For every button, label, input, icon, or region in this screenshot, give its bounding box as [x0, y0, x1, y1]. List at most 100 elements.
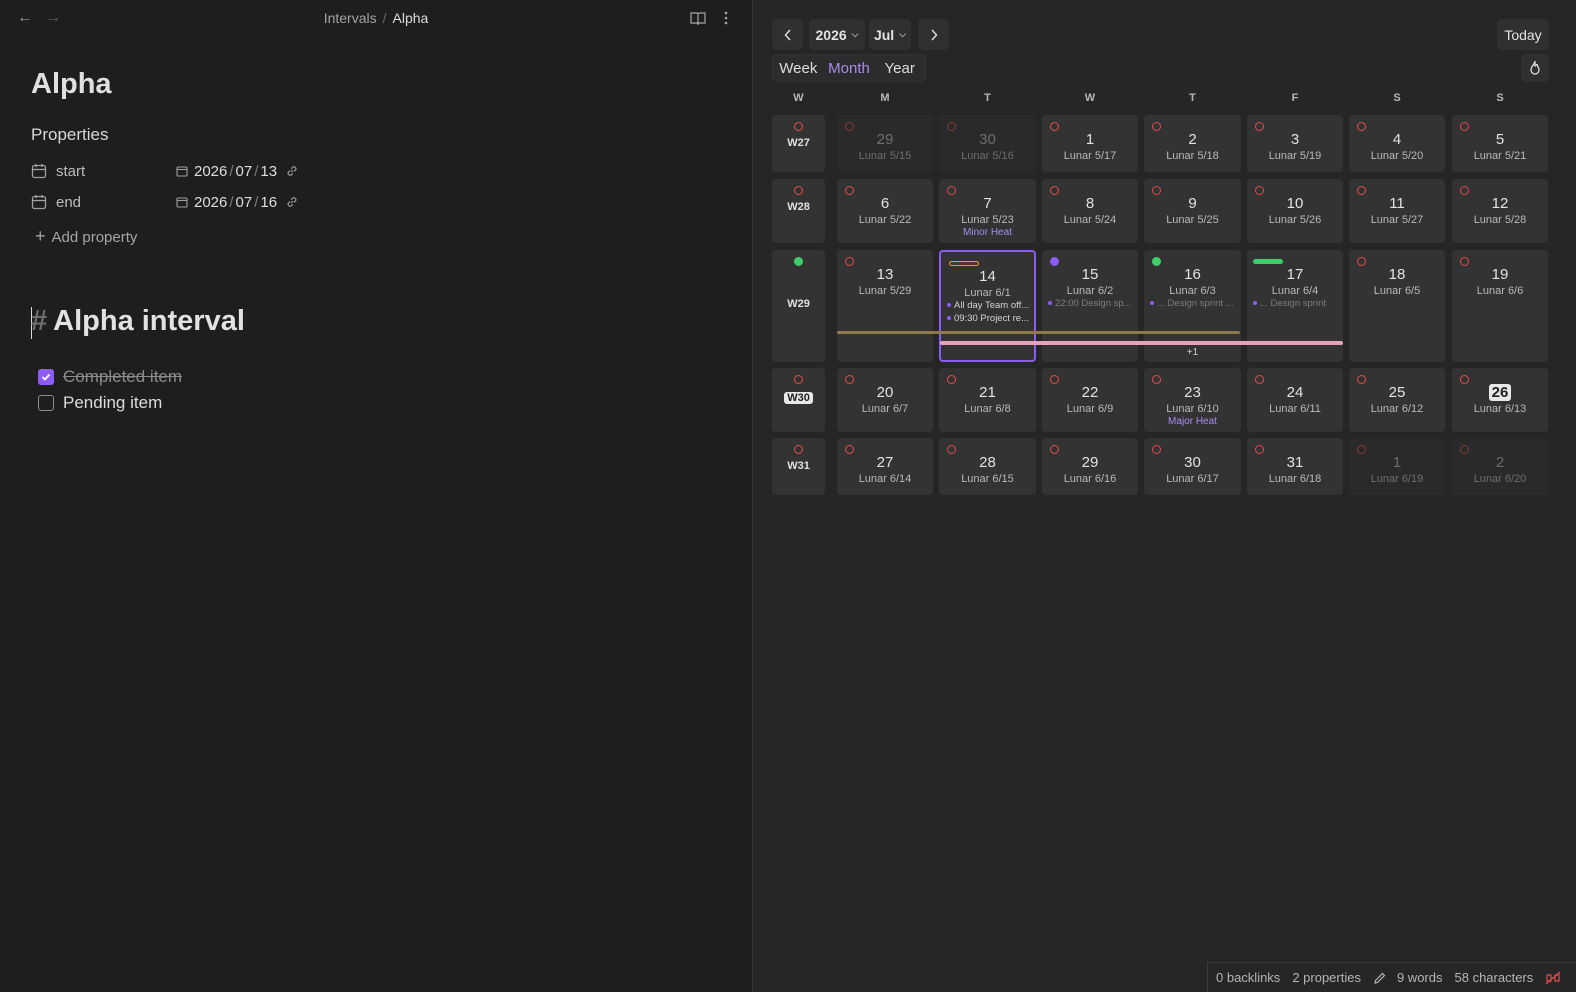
day-cell[interactable]: 7 Lunar 5/23 Minor Heat [939, 179, 1036, 243]
breadcrumb-current[interactable]: Alpha [393, 10, 429, 26]
day-cell[interactable]: 14 Lunar 6/1 All day Team off... 09:30 Proj… [939, 250, 1036, 362]
day-cell[interactable]: 29 Lunar 5/15 [837, 115, 933, 172]
day-cell[interactable]: 12 Lunar 5/28 [1452, 179, 1548, 243]
day-number: 9 [1188, 195, 1197, 212]
property-start[interactable]: start 2026/07/13 [31, 159, 331, 183]
property-key[interactable]: start [31, 163, 176, 180]
day-number: 23 [1184, 384, 1201, 401]
day-cell[interactable]: 27 Lunar 6/14 [837, 438, 933, 495]
week-number-cell[interactable]: W28 [772, 179, 825, 243]
chevron-left-icon[interactable] [772, 19, 803, 50]
day-cell[interactable]: 6 Lunar 5/22 [837, 179, 933, 243]
book-icon[interactable] [688, 8, 708, 28]
properties-heading[interactable]: Properties [31, 125, 108, 145]
more-vertical-icon[interactable] [716, 8, 736, 28]
day-cell[interactable]: 23 Lunar 6/10 Major Heat [1144, 368, 1241, 432]
day-cell[interactable]: 9 Lunar 5/25 [1144, 179, 1241, 243]
view-week[interactable]: Week [773, 55, 824, 81]
task-item[interactable]: Completed item [38, 367, 182, 387]
day-cell[interactable]: 2 Lunar 5/18 [1144, 115, 1241, 172]
sync-off-icon[interactable] [1545, 971, 1561, 985]
checkbox-checked[interactable] [38, 369, 54, 385]
day-cell[interactable]: 10 Lunar 5/26 [1247, 179, 1343, 243]
flame-icon[interactable] [1521, 54, 1549, 82]
event-item[interactable]: 22:00 Design sp... [1048, 298, 1134, 309]
month-select[interactable]: Jul ⌵ [869, 19, 911, 50]
heading-1[interactable]: # Alpha interval [31, 305, 245, 338]
week-number-cell[interactable]: W27 [772, 115, 825, 172]
view-month[interactable]: Month [824, 55, 875, 81]
chevron-right-icon[interactable] [918, 19, 949, 50]
event-item[interactable]: ... Design sprint ... [1150, 298, 1237, 309]
multi-day-event-bar[interactable] [940, 341, 1343, 345]
day-cell[interactable]: 1 Lunar 5/17 [1042, 115, 1138, 172]
status-ring-icon [845, 445, 854, 454]
checkbox-unchecked[interactable] [38, 395, 54, 411]
status-ring-icon [845, 186, 854, 195]
month-value: Jul [873, 26, 895, 43]
week-number-cell[interactable]: W30 [772, 368, 825, 432]
view-year[interactable]: Year [874, 55, 925, 81]
date-year: 2026 [194, 193, 228, 211]
lunar-date: Lunar 5/15 [858, 150, 912, 162]
property-key[interactable]: end [31, 194, 176, 211]
day-cell[interactable]: 28 Lunar 6/15 [939, 438, 1036, 495]
day-cell[interactable]: 16 Lunar 6/3... Design sprint ... +1 [1144, 250, 1241, 362]
link-icon[interactable] [285, 195, 299, 209]
breadcrumb-parent[interactable]: Intervals [324, 10, 377, 26]
day-cell[interactable]: 22 Lunar 6/9 [1042, 368, 1138, 432]
calendar-icon [31, 195, 47, 210]
week-number-cell[interactable]: W29 [772, 250, 825, 362]
add-property-button[interactable]: + Add property [35, 226, 137, 247]
progress-bar-icon [1253, 259, 1283, 264]
more-events-link[interactable]: +1 [1144, 347, 1241, 358]
week-number-cell[interactable]: W31 [772, 438, 825, 495]
event-item[interactable]: ... Design sprint [1253, 298, 1339, 309]
lunar-date: Lunar 6/17 [1166, 473, 1219, 485]
day-cell[interactable]: 8 Lunar 5/24 [1042, 179, 1138, 243]
day-number: 6 [880, 195, 890, 212]
day-cell[interactable]: 15 Lunar 6/2 22:00 Design sp... [1042, 250, 1138, 362]
day-cell[interactable]: 21 Lunar 6/8 [939, 368, 1036, 432]
day-cell[interactable]: 18 Lunar 6/5 [1349, 250, 1445, 362]
date-month: 07 [235, 162, 253, 180]
day-cell[interactable]: 20 Lunar 6/7 [837, 368, 933, 432]
property-end[interactable]: end 2026/07/16 [31, 190, 331, 214]
day-cell[interactable]: 1 Lunar 6/19 [1349, 438, 1445, 495]
pencil-icon[interactable] [1373, 971, 1387, 985]
day-cell[interactable]: 17 Lunar 6/4... Design sprint [1247, 250, 1343, 362]
lunar-date: Lunar 6/15 [961, 473, 1014, 485]
day-cell[interactable]: 30 Lunar 6/17 [1144, 438, 1241, 495]
lunar-date: Lunar 5/21 [1473, 150, 1527, 162]
multi-day-event-bar[interactable] [837, 331, 1240, 334]
day-number: 15 [1081, 266, 1099, 283]
day-cell[interactable]: 25 Lunar 6/12 [1349, 368, 1445, 432]
day-cell[interactable]: 29 Lunar 6/16 [1042, 438, 1138, 495]
day-number: 8 [1085, 195, 1095, 212]
day-cell[interactable]: 4 Lunar 5/20 [1349, 115, 1445, 172]
progress-bar-icon [949, 261, 979, 266]
property-value-date[interactable]: 2026/07/13 [176, 163, 305, 180]
task-item[interactable]: Pending item [38, 393, 162, 413]
weekday-label: M [880, 92, 890, 104]
property-value-date[interactable]: 2026/07/16 [176, 194, 305, 211]
day-cell[interactable]: 19 Lunar 6/6 [1452, 250, 1548, 362]
event-item[interactable]: 09:30 Project re... [947, 313, 1030, 324]
day-cell[interactable]: 13 Lunar 5/29 [837, 250, 933, 362]
day-cell[interactable]: 30 Lunar 5/16 [939, 115, 1036, 172]
event-item[interactable]: All day Team off... [947, 300, 1030, 311]
properties-count[interactable]: 2 properties [1292, 970, 1361, 985]
day-cell[interactable]: 26 Lunar 6/13 [1452, 368, 1548, 432]
link-icon[interactable] [285, 164, 299, 178]
status-ring-icon [1357, 257, 1366, 266]
day-cell[interactable]: 5 Lunar 5/21 [1452, 115, 1548, 172]
today-button[interactable]: Today [1497, 19, 1549, 50]
day-cell[interactable]: 31 Lunar 6/18 [1247, 438, 1343, 495]
day-cell[interactable]: 2 Lunar 6/20 [1452, 438, 1548, 495]
year-select[interactable]: 2026 ⌵ [809, 19, 865, 50]
day-cell[interactable]: 11 Lunar 5/27 [1349, 179, 1445, 243]
day-cell[interactable]: 3 Lunar 5/19 [1247, 115, 1343, 172]
note-title[interactable]: Alpha [31, 68, 112, 101]
day-cell[interactable]: 24 Lunar 6/11 [1247, 368, 1343, 432]
backlinks-count[interactable]: 0 backlinks [1216, 970, 1280, 985]
